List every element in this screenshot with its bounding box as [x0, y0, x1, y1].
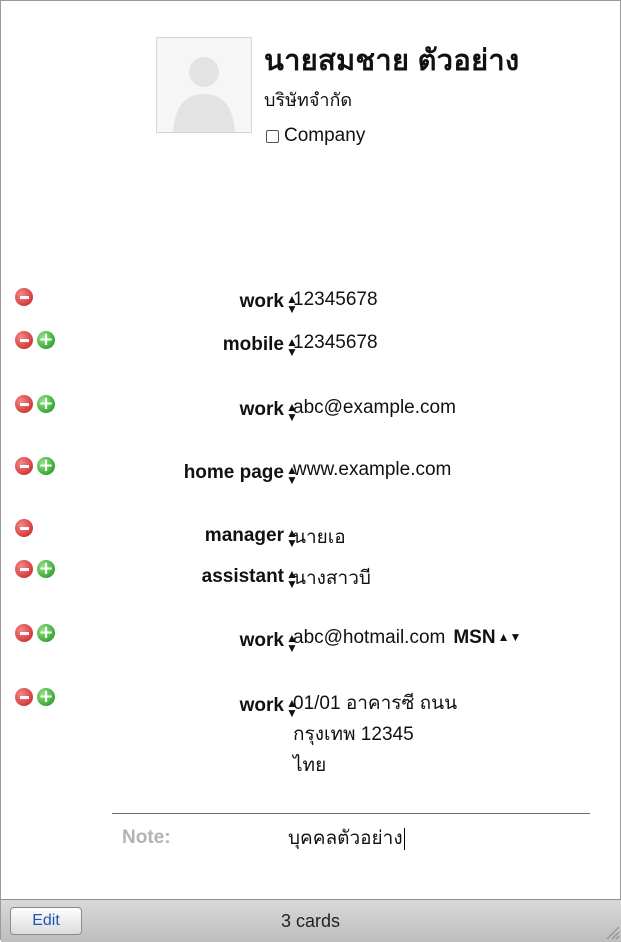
address-line[interactable]: 01/01 อาคารซี ถนน [293, 688, 457, 719]
note-divider [112, 813, 590, 814]
address-line[interactable]: กรุงเทพ 12345 [293, 719, 457, 750]
add-field-icon[interactable] [37, 688, 55, 706]
note-label: Note: [122, 827, 171, 848]
field-value[interactable]: abc@example.com [293, 397, 456, 419]
field-value[interactable]: นางสาวบี [293, 563, 371, 593]
company-name[interactable]: บริษัทจำกัด [264, 85, 352, 114]
field-label[interactable]: work [240, 291, 284, 313]
person-silhouette-icon [157, 38, 251, 132]
add-field-icon[interactable] [37, 395, 55, 413]
status-bar: Edit 3 cards [1, 899, 621, 942]
remove-field-icon[interactable] [15, 457, 33, 475]
address-value[interactable]: 01/01 อาคารซี ถนน กรุงเทพ 12345 ไทย [293, 688, 457, 781]
field-label[interactable]: mobile [223, 334, 284, 356]
remove-field-icon[interactable] [15, 519, 33, 537]
field-value[interactable]: 12345678 [293, 332, 378, 354]
field-value[interactable]: นายเอ [293, 522, 346, 552]
field-label[interactable]: work [240, 630, 284, 652]
im-address[interactable]: abc@hotmail.com [293, 627, 445, 648]
add-field-icon[interactable] [37, 624, 55, 642]
card-content: นายสมชาย ตัวอย่าง บริษัทจำกัด Company wo… [10, 1, 621, 901]
field-label[interactable]: assistant [202, 566, 284, 588]
field-label[interactable]: work [240, 399, 284, 421]
add-field-icon[interactable] [37, 457, 55, 475]
remove-field-icon[interactable] [15, 331, 33, 349]
field-label[interactable]: manager [205, 525, 284, 547]
resize-grip-icon[interactable] [604, 924, 620, 940]
field-value[interactable]: 12345678 [293, 289, 378, 311]
service-popup-arrows-icon[interactable]: ▲▼ [498, 630, 522, 644]
card-count: 3 cards [281, 911, 341, 931]
add-field-icon[interactable] [37, 560, 55, 578]
im-service-label[interactable]: MSN [453, 627, 495, 648]
contact-photo[interactable] [156, 37, 252, 133]
note-field[interactable]: บุคคลตัวอย่าง [288, 823, 405, 853]
field-value[interactable]: abc@hotmail.com MSN ▲▼ [293, 627, 521, 649]
remove-field-icon[interactable] [15, 288, 33, 306]
field-label[interactable]: work [240, 695, 284, 717]
company-checkbox[interactable] [266, 129, 279, 143]
edit-button[interactable]: Edit [10, 907, 82, 935]
field-value[interactable]: www.example.com [293, 459, 451, 481]
company-checkbox-row[interactable]: Company [266, 125, 365, 147]
address-line[interactable]: ไทย [293, 750, 457, 781]
remove-field-icon[interactable] [15, 688, 33, 706]
field-label[interactable]: home page [184, 462, 284, 484]
text-caret [403, 827, 405, 850]
company-checkbox-label: Company [284, 125, 366, 146]
remove-field-icon[interactable] [15, 395, 33, 413]
remove-field-icon[interactable] [15, 560, 33, 578]
remove-field-icon[interactable] [15, 624, 33, 642]
note-text[interactable]: บุคคลตัวอย่าง [288, 828, 403, 849]
add-field-icon[interactable] [37, 331, 55, 349]
contact-card-window: นายสมชาย ตัวอย่าง บริษัทจำกัด Company wo… [0, 0, 621, 942]
contact-name[interactable]: นายสมชาย ตัวอย่าง [264, 37, 519, 83]
